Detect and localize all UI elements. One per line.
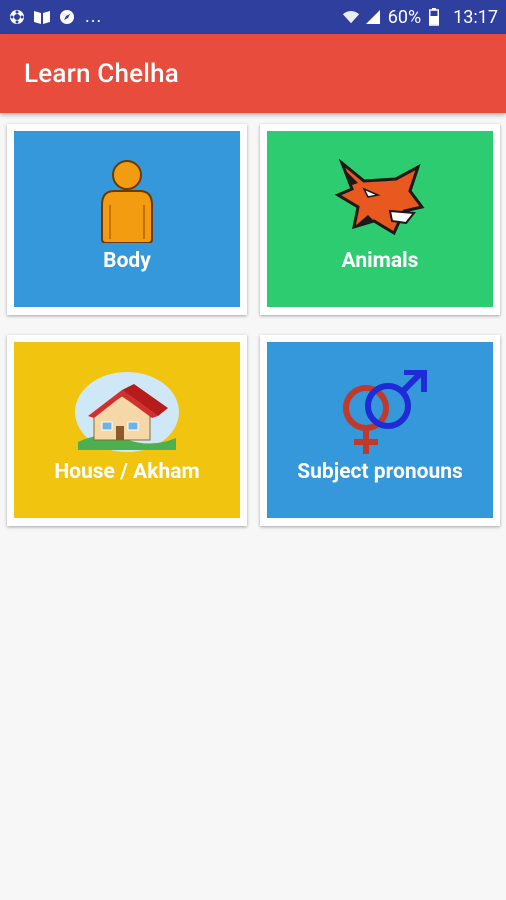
category-card-animals[interactable]: Animals	[260, 124, 500, 315]
settings-cog-icon	[8, 8, 26, 26]
battery-icon	[425, 8, 443, 26]
signal-icon	[364, 8, 382, 26]
battery-percent: 60%	[387, 6, 422, 28]
app-title: Learn Chelha	[24, 58, 179, 89]
category-label: Animals	[341, 249, 419, 273]
category-label: Subject pronouns	[297, 460, 463, 484]
status-bar: ... 60% 13:17	[0, 0, 506, 34]
wolf-icon	[334, 159, 426, 249]
book-icon	[33, 8, 51, 26]
notification-overflow: ...	[85, 6, 103, 27]
category-label: Body	[103, 249, 151, 273]
clock: 13:17	[453, 6, 498, 28]
category-card-body[interactable]: Body	[7, 124, 247, 315]
wifi-icon	[342, 8, 360, 26]
category-tile-animals[interactable]: Animals	[267, 131, 493, 307]
category-tile-house[interactable]: House / Akham	[14, 342, 240, 518]
category-label: House / Akham	[54, 460, 200, 484]
notification-icons: ...	[8, 8, 102, 26]
app-bar: Learn Chelha	[0, 34, 506, 113]
system-status: 60% 13:17	[342, 7, 498, 28]
gender-symbols-icon	[332, 370, 428, 460]
category-tile-subject-pronouns[interactable]: Subject pronouns	[267, 342, 493, 518]
person-icon	[92, 159, 162, 249]
category-card-subject-pronouns[interactable]: Subject pronouns	[260, 335, 500, 526]
category-card-house[interactable]: House / Akham	[7, 335, 247, 526]
compass-icon	[58, 8, 76, 26]
category-tile-body[interactable]: Body	[14, 131, 240, 307]
house-icon	[72, 370, 182, 460]
